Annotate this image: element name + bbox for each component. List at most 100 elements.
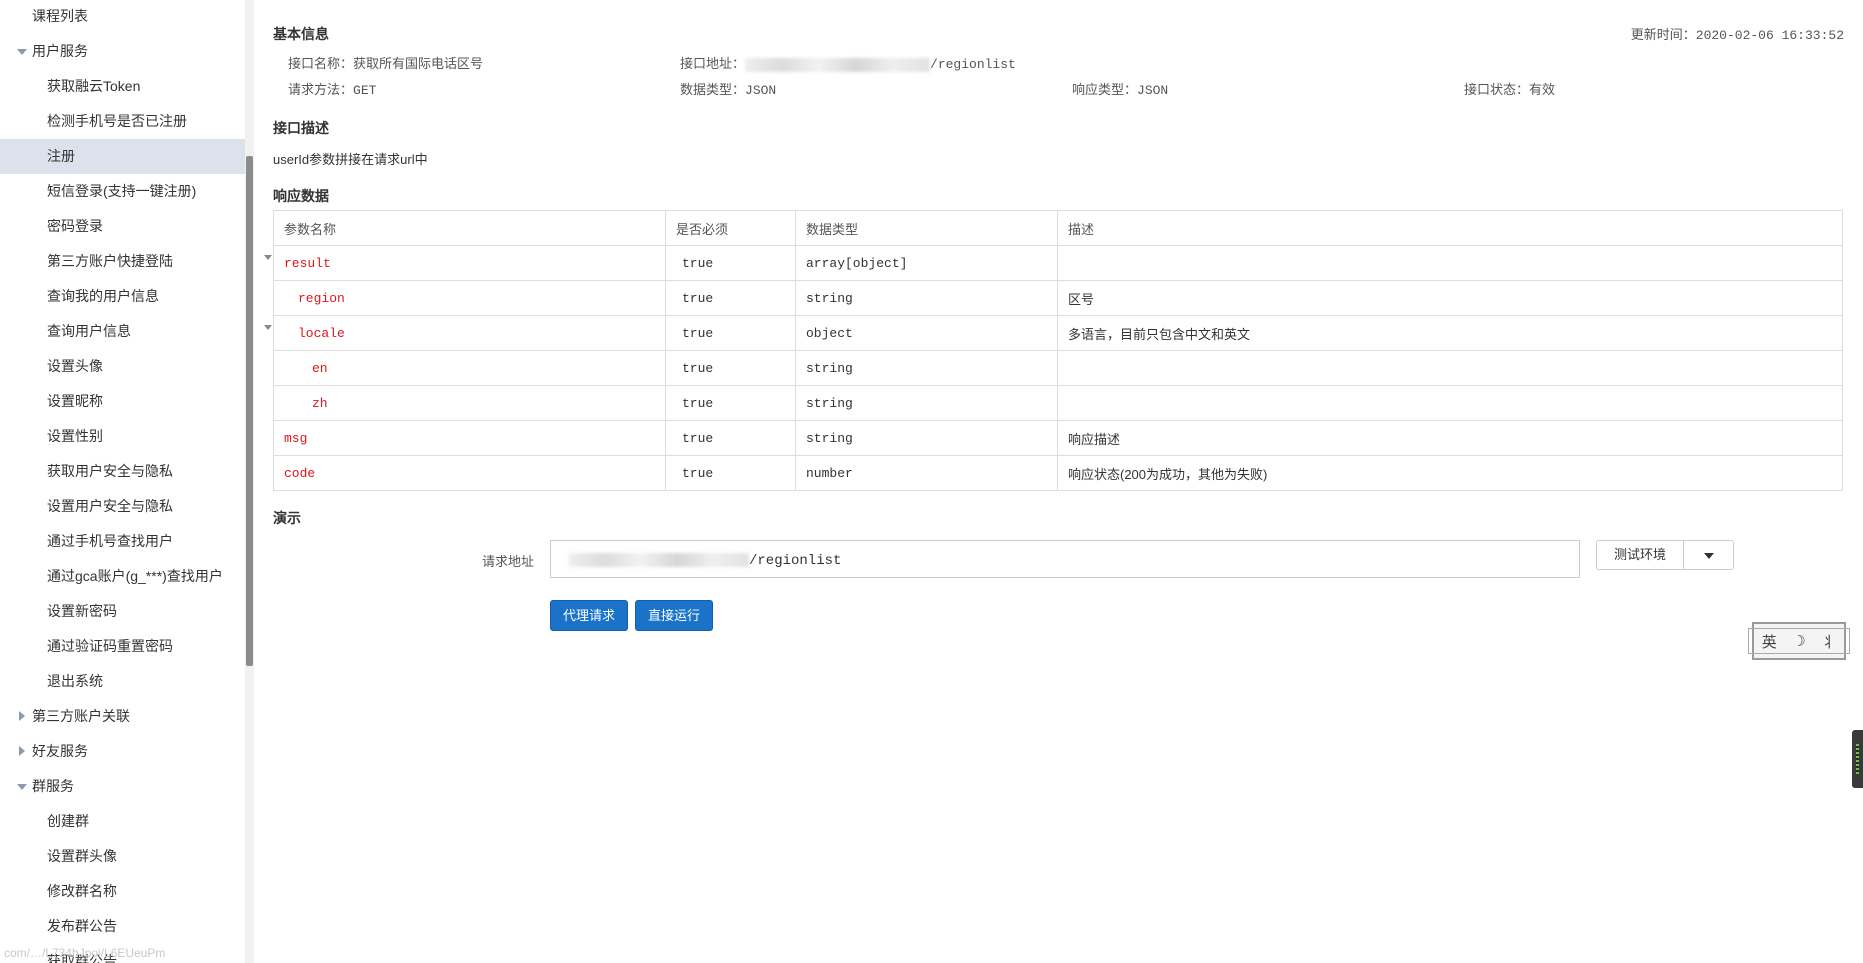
sidebar-group[interactable]: 好友服务 xyxy=(0,734,246,769)
request-address-label: 请求地址 xyxy=(482,554,535,569)
required-text: true xyxy=(682,431,714,446)
blurred-host xyxy=(569,553,749,568)
api-status-value: 有效 xyxy=(1529,82,1556,97)
sidebar-item[interactable]: 检测手机号是否已注册 xyxy=(0,104,246,139)
ime-lang-icon[interactable]: 英 xyxy=(1762,631,1777,652)
sidebar-item[interactable]: 发布群公告 xyxy=(0,909,246,944)
sidebar-item[interactable]: 通过手机号查找用户 xyxy=(0,524,246,559)
type-text: number xyxy=(806,466,853,481)
sidebar-item[interactable]: 修改群名称 xyxy=(0,874,246,909)
sidebar-item[interactable]: 第三方账户快捷登陆 xyxy=(0,244,246,279)
required-cell: true xyxy=(665,385,796,421)
required-cell: true xyxy=(665,315,796,351)
type-cell: string xyxy=(795,280,1058,316)
description-cell xyxy=(1057,350,1843,386)
environment-select-button[interactable]: 测试环境 xyxy=(1596,540,1684,570)
sidebar-item-label: 查询我的用户信息 xyxy=(47,288,159,304)
sidebar-item-label: 通过gca账户(g_***)查找用户 xyxy=(47,568,223,584)
required-text: true xyxy=(682,256,714,271)
caret-down-icon[interactable] xyxy=(17,784,27,790)
sidebar-item[interactable]: 退出系统 xyxy=(0,664,246,699)
update-time-label: 更新时间： xyxy=(1630,28,1696,43)
expand-caret-icon[interactable] xyxy=(264,325,272,330)
description-title: 接口描述 xyxy=(273,120,329,136)
description-text: 区号 xyxy=(1068,291,1095,307)
header-data-type: 数据类型 xyxy=(795,210,1058,246)
required-text: true xyxy=(682,396,714,411)
type-cell: string xyxy=(795,385,1058,421)
description-cell: 多语言，目前只包含中文和英文 xyxy=(1057,315,1843,351)
sidebar-item-label: 获取融云Token xyxy=(47,78,141,94)
sidebar-item-label: 创建群 xyxy=(47,813,89,829)
sidebar-item[interactable]: 设置群头像 xyxy=(0,839,246,874)
type-text: string xyxy=(806,431,853,446)
required-cell: true xyxy=(665,245,796,281)
request-method-label: 请求方法： xyxy=(288,82,354,97)
table-row: region true string 区号 xyxy=(273,280,1843,316)
sidebar-item[interactable]: 查询我的用户信息 xyxy=(0,279,246,314)
param-name-cell: locale xyxy=(273,315,666,351)
required-cell: true xyxy=(665,280,796,316)
sidebar-item-label: 通过验证码重置密码 xyxy=(47,638,173,654)
description-text: 响应描述 xyxy=(1068,431,1121,447)
caret-right-icon[interactable] xyxy=(19,746,25,756)
request-address-input[interactable]: /regionlist xyxy=(550,540,1580,578)
sidebar-item[interactable]: 通过验证码重置密码 xyxy=(0,629,246,664)
sidebar-item[interactable]: 注册 xyxy=(0,139,246,174)
sidebar-item-label: 课程列表 xyxy=(32,8,88,24)
caret-down-icon[interactable] xyxy=(17,49,27,55)
sidebar-item[interactable]: 设置新密码 xyxy=(0,594,246,629)
blurred-host xyxy=(745,57,931,72)
ime-settings-icon[interactable]: ⺦ xyxy=(1821,631,1836,652)
ime-toolbar[interactable]: 英 ☽ ⺦ xyxy=(1748,622,1850,660)
description-cell: 响应状态(200为成功，其他为失败) xyxy=(1057,455,1843,491)
sidebar-item[interactable]: 设置性别 xyxy=(0,419,246,454)
sidebar-scroll-thumb[interactable] xyxy=(246,156,253,666)
sidebar-group[interactable]: 课程列表 xyxy=(0,0,246,34)
description-text: 响应状态(200为成功，其他为失败) xyxy=(1068,466,1268,482)
sidebar-item-label: 注册 xyxy=(47,148,75,164)
sidebar-group[interactable]: 群服务 xyxy=(0,769,246,804)
api-status-label: 接口状态： xyxy=(1464,82,1530,97)
description-cell xyxy=(1057,385,1843,421)
side-dock-handle[interactable] xyxy=(1852,730,1863,788)
caret-right-icon[interactable] xyxy=(19,711,25,721)
request-address-suffix: /regionlist xyxy=(749,553,842,569)
table-row: msg true string 响应描述 xyxy=(273,420,1843,456)
sidebar-item-label: 设置用户安全与隐私 xyxy=(47,498,173,514)
required-cell: true xyxy=(665,420,796,456)
sidebar-item[interactable]: 设置昵称 xyxy=(0,384,246,419)
sidebar-group[interactable]: 用户服务 xyxy=(0,34,246,69)
sidebar-item[interactable]: 短信登录(支持一键注册) xyxy=(0,174,246,209)
api-status: 接口状态：有效 xyxy=(1464,79,1555,98)
sidebar-item-label: 查询用户信息 xyxy=(47,323,131,339)
sidebar-item[interactable]: 设置头像 xyxy=(0,349,246,384)
param-name-text: locale xyxy=(298,326,345,341)
description-cell xyxy=(1057,245,1843,281)
description-text: 多语言，目前只包含中文和英文 xyxy=(1068,326,1251,342)
sidebar-item-label: 设置昵称 xyxy=(47,393,103,409)
environment-dropdown-toggle[interactable] xyxy=(1683,540,1734,570)
table-header-row: 参数名称 是否必须 数据类型 描述 xyxy=(273,210,1843,246)
sidebar-item[interactable]: 通过gca账户(g_***)查找用户 xyxy=(0,559,246,594)
expand-caret-icon[interactable] xyxy=(264,255,272,260)
sidebar-item[interactable]: 查询用户信息 xyxy=(0,314,246,349)
api-name-label: 接口名称： xyxy=(288,56,354,71)
sidebar-item-label: 设置性别 xyxy=(47,428,103,444)
sidebar-group[interactable]: 第三方账户关联 xyxy=(0,699,246,734)
update-time-value: 2020-02-06 16:33:52 xyxy=(1695,28,1844,43)
sidebar-item-label: 获取用户安全与隐私 xyxy=(47,463,173,479)
sidebar-item[interactable]: 设置用户安全与隐私 xyxy=(0,489,246,524)
update-time: 更新时间：2020-02-06 16:33:52 xyxy=(1631,24,1844,43)
sidebar-item[interactable]: 获取融云Token xyxy=(0,69,246,104)
ime-moon-icon[interactable]: ☽ xyxy=(1792,632,1805,650)
direct-run-button[interactable]: 直接运行 xyxy=(635,600,714,631)
sidebar-item-label: 第三方账户快捷登陆 xyxy=(47,253,173,269)
sidebar-item[interactable]: 密码登录 xyxy=(0,209,246,244)
proxy-request-button[interactable]: 代理请求 xyxy=(550,600,629,631)
response-type-label: 响应类型： xyxy=(1072,82,1138,97)
type-cell: string xyxy=(795,420,1058,456)
sidebar-item[interactable]: 创建群 xyxy=(0,804,246,839)
sidebar-item[interactable]: 获取用户安全与隐私 xyxy=(0,454,246,489)
type-text: string xyxy=(806,361,853,376)
